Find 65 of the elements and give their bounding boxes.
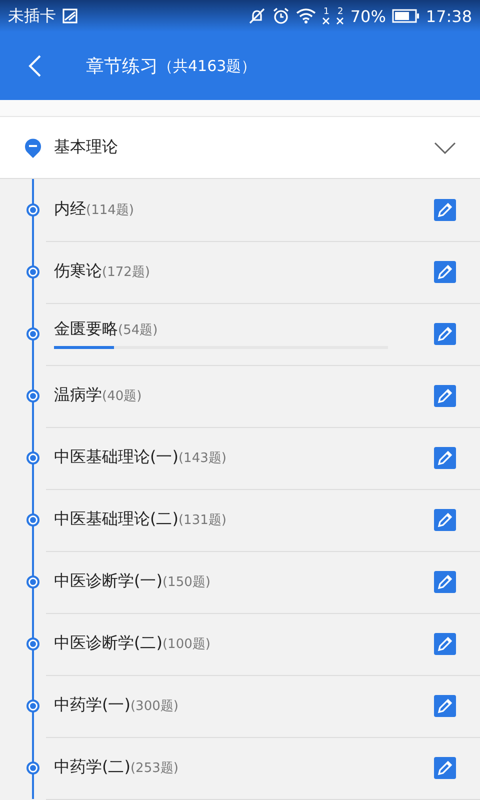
edit-button[interactable] xyxy=(434,632,456,654)
page-title: 章节练习 xyxy=(86,55,158,78)
chapter-row[interactable]: 伤寒论(172题) xyxy=(0,241,480,303)
chapter-row[interactable]: 中医基础理论(二)(131题) xyxy=(0,489,480,551)
back-button[interactable] xyxy=(28,54,42,78)
chapter-name: 中药学(二) xyxy=(54,757,130,776)
back-icon xyxy=(28,54,42,78)
chapter-name: 中医基础理论(二) xyxy=(54,509,178,528)
wifi-icon xyxy=(296,8,316,24)
chapter-row[interactable]: 金匮要略(54题) xyxy=(0,303,480,365)
chapter-count: (172题) xyxy=(102,265,150,280)
section-header[interactable]: 基本理论 xyxy=(0,117,480,179)
chapter-row[interactable]: 中医诊断学(二)(100题) xyxy=(0,613,480,675)
pencil-icon xyxy=(434,446,456,468)
chapter-row[interactable]: 内经(114题) xyxy=(0,179,480,241)
pencil-icon xyxy=(434,508,456,530)
chapter-count: (150题) xyxy=(162,575,210,590)
edit-button[interactable] xyxy=(434,322,456,344)
section-title: 基本理论 xyxy=(54,137,118,158)
muted-bell-icon xyxy=(248,7,266,25)
edit-button[interactable] xyxy=(434,198,456,220)
battery-icon xyxy=(392,9,420,23)
edit-button[interactable] xyxy=(434,570,456,592)
battery-text: 70% xyxy=(350,6,386,26)
chapter-row[interactable]: 中药学(二)(253题) xyxy=(0,737,480,799)
image-icon xyxy=(62,8,78,24)
chapter-count: (100题) xyxy=(162,637,210,652)
edit-button[interactable] xyxy=(434,756,456,778)
edit-button[interactable] xyxy=(434,508,456,530)
chapter-count: (143题) xyxy=(178,451,226,466)
alarm-icon xyxy=(272,7,290,25)
chapter-name: 内经 xyxy=(54,199,86,218)
chapter-name: 温病学 xyxy=(54,385,102,404)
chapter-row[interactable]: 中药学(一)(300题) xyxy=(0,675,480,737)
collapse-icon xyxy=(24,136,42,158)
chapter-row[interactable]: 中医基础理论(一)(143题) xyxy=(0,427,480,489)
time-text: 17:38 xyxy=(426,6,472,26)
pencil-icon xyxy=(434,756,456,778)
edit-button[interactable] xyxy=(434,446,456,468)
chapter-name: 中药学(一) xyxy=(54,695,130,714)
pencil-icon xyxy=(434,198,456,220)
chapter-count: (114题) xyxy=(86,203,134,218)
chapter-count: (40题) xyxy=(102,389,142,404)
pencil-icon xyxy=(434,694,456,716)
chapter-row[interactable]: 温病学(40题) xyxy=(0,365,480,427)
pencil-icon xyxy=(434,632,456,654)
edit-button[interactable] xyxy=(434,694,456,716)
chapter-name: 金匮要略 xyxy=(54,318,118,338)
chapter-count: (300题) xyxy=(130,699,178,714)
chapter-name: 中医诊断学(一) xyxy=(54,571,162,590)
pencil-icon xyxy=(434,322,456,344)
pencil-icon xyxy=(434,260,456,282)
carrier-text: 未插卡 xyxy=(8,6,56,26)
chapter-name: 中医诊断学(二) xyxy=(54,633,162,652)
pencil-icon xyxy=(434,570,456,592)
chapter-row[interactable]: 中医诊断学(一)(150题) xyxy=(0,551,480,613)
question-count: （共4163题） xyxy=(158,56,256,76)
chapter-name: 伤寒论 xyxy=(54,261,102,280)
chapter-name: 中医基础理论(一) xyxy=(54,447,178,466)
edit-button[interactable] xyxy=(434,384,456,406)
edit-button[interactable] xyxy=(434,260,456,282)
pencil-icon xyxy=(434,384,456,406)
chapter-count: (54题) xyxy=(118,322,158,338)
chapter-count: (131题) xyxy=(178,513,226,528)
chapter-count: (253题) xyxy=(130,761,178,776)
